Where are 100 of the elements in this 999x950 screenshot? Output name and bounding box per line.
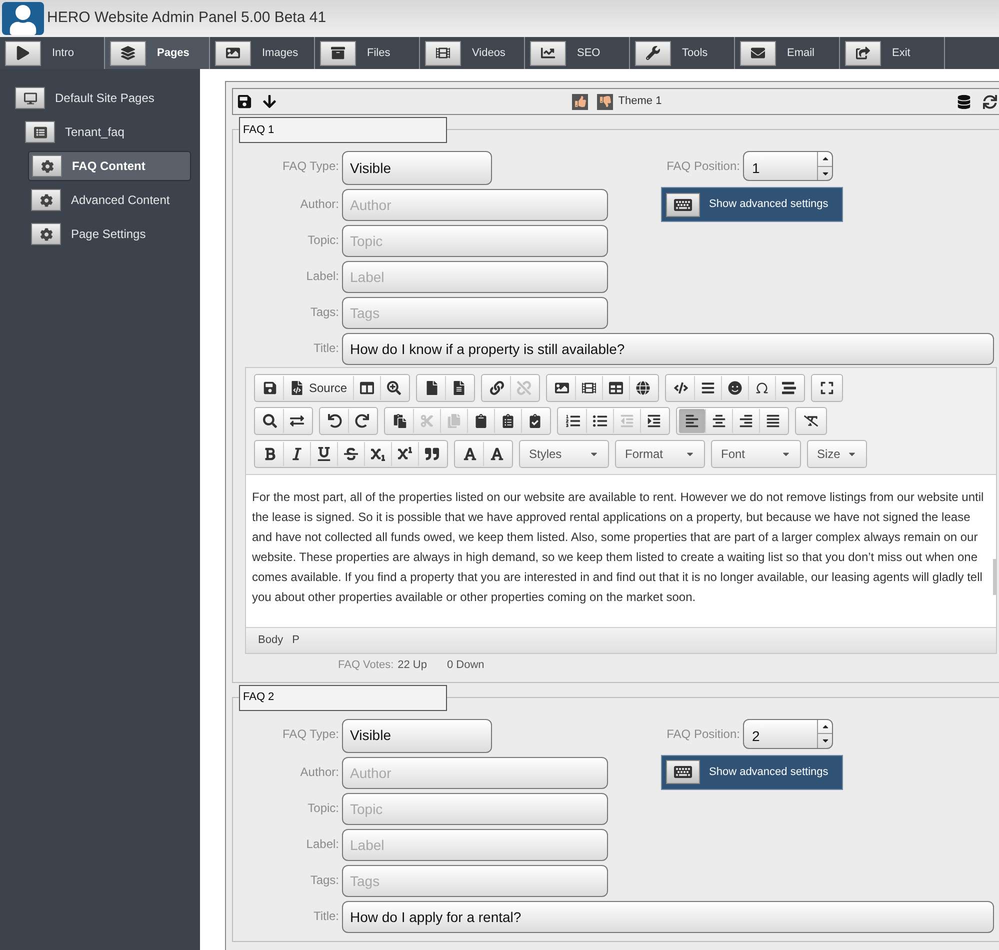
cabinet-icon xyxy=(320,40,356,66)
numbered-list-icon xyxy=(566,414,580,428)
indent-icon xyxy=(647,414,661,428)
sidebar-item[interactable]: Page Settings xyxy=(28,219,191,249)
copy-icon xyxy=(447,414,461,428)
title-field[interactable]: How do I apply for a rental? xyxy=(342,900,994,932)
nav-tab[interactable]: Email xyxy=(735,37,840,69)
thumbs-up-icon[interactable] xyxy=(572,94,588,110)
bold-icon xyxy=(263,447,277,461)
wrench-icon xyxy=(635,40,671,66)
field-label: Label: xyxy=(305,836,340,852)
field-label: Topic: xyxy=(306,232,340,249)
advanced-settings-button[interactable]: Show advanced settings xyxy=(661,754,843,790)
underline-icon xyxy=(317,447,331,461)
text-field[interactable]: Topic xyxy=(342,792,608,824)
text-field[interactable]: Label xyxy=(342,828,608,860)
film-icon xyxy=(582,381,596,395)
undo-icon xyxy=(328,414,342,428)
globe-icon xyxy=(636,381,650,395)
text-field[interactable]: Author xyxy=(342,189,608,221)
sidebar-item[interactable]: Default Site Pages xyxy=(12,83,191,113)
editor-text: For the most part, all of the properties listed on our website are available to rent. However we do not remove listings from our website until the lease is signed. So it is possible that we have approved rental applications on a property, but because we have not signed the lease and have not collected all funds owed, we keep them listed. Also, some properties that are part of a larger complex always remain on our website. These properties are always in high demand, so we keep them listed to create a waiting list so that you don’t miss out when one comes available. If you find a property that you are interested in and find out that it is no longer available, our leasing agents will gladly tell you about other properties available or other properties coming on the market soon. xyxy=(251,489,985,606)
format-dropdown[interactable]: Size xyxy=(807,440,867,468)
superscript-icon xyxy=(398,447,412,461)
user-logo-icon xyxy=(2,2,44,35)
text-field[interactable]: Label xyxy=(342,261,608,293)
nav-tab[interactable]: Videos xyxy=(420,37,525,69)
layers-icon xyxy=(110,40,146,66)
horizontal-line-icon xyxy=(701,381,716,395)
table-icon xyxy=(609,381,624,395)
templates-icon xyxy=(360,381,374,395)
nav-tab[interactable]: Files xyxy=(315,37,420,69)
strikethrough-icon xyxy=(344,447,358,461)
text-field[interactable]: Tags xyxy=(342,864,608,896)
outdent-icon xyxy=(620,414,634,428)
redo-icon xyxy=(355,414,369,428)
element-path-item[interactable]: Body xyxy=(258,632,284,649)
link-icon xyxy=(490,381,504,395)
format-dropdown[interactable]: Styles xyxy=(519,440,609,468)
bullet-list-icon xyxy=(593,414,607,428)
field-label: Label: xyxy=(305,268,340,285)
field-label: Tags: xyxy=(309,304,340,321)
sidebar-item[interactable]: FAQ Content xyxy=(28,151,191,181)
save-icon[interactable] xyxy=(237,94,252,109)
type-select[interactable]: Visible xyxy=(342,718,492,752)
field-label: FAQ Position: xyxy=(666,158,741,175)
field-label: Title: xyxy=(312,340,340,357)
text-field[interactable]: Author xyxy=(342,756,608,788)
window-title: HERO Website Admin Panel 5.00 Beta 41 xyxy=(47,8,326,28)
nav-tab[interactable]: Images xyxy=(210,37,315,69)
align-right-icon xyxy=(739,414,753,428)
thumbs-down-icon[interactable] xyxy=(597,94,614,110)
background-color-icon xyxy=(490,447,504,461)
omega-icon xyxy=(755,381,770,395)
text-field[interactable]: Tags xyxy=(342,297,608,329)
field-label: Title: xyxy=(312,908,340,924)
nav-tab[interactable]: Tools xyxy=(630,37,735,69)
source-button[interactable]: Source xyxy=(283,376,354,400)
align-left-icon xyxy=(685,414,699,428)
sidebar-item[interactable]: Tenant_faq xyxy=(22,117,191,147)
blocks-icon xyxy=(782,381,796,395)
spinner-value: 2 xyxy=(751,726,761,746)
sidebar-item[interactable]: Advanced Content xyxy=(28,185,191,215)
arrow-down-icon[interactable] xyxy=(262,94,277,109)
field-label: FAQ Type: xyxy=(282,158,340,175)
number-spinner[interactable]: 1 xyxy=(743,151,833,181)
exit-icon xyxy=(845,40,881,66)
nav-tab[interactable]: Exit xyxy=(840,37,945,69)
align-center-icon xyxy=(712,414,726,428)
type-select[interactable]: Visible xyxy=(342,151,492,185)
number-spinner[interactable]: 2 xyxy=(743,718,833,748)
paste-icon xyxy=(474,414,488,428)
image-icon xyxy=(555,381,570,395)
field-label: Topic: xyxy=(306,800,340,816)
play-icon xyxy=(5,40,41,66)
page-icon xyxy=(25,121,55,143)
field-label: FAQ Position: xyxy=(666,726,741,742)
refresh-icon[interactable] xyxy=(983,94,998,108)
text-field[interactable]: Topic xyxy=(342,225,608,257)
nav-tab[interactable]: SEO xyxy=(525,37,630,69)
document-icon xyxy=(452,381,466,395)
quote-icon xyxy=(425,447,439,461)
search-icon xyxy=(263,414,277,428)
format-dropdown[interactable]: Format xyxy=(615,440,705,468)
format-dropdown[interactable]: Font xyxy=(711,440,801,468)
spinner-value: 1 xyxy=(751,159,761,178)
database-icon[interactable] xyxy=(957,94,972,108)
paste-word-icon xyxy=(528,414,542,428)
image-icon xyxy=(215,40,251,66)
unlink-icon xyxy=(517,381,532,395)
toolbar-button[interactable] xyxy=(679,409,705,433)
settings-icon xyxy=(31,189,61,211)
element-path-item[interactable]: P xyxy=(292,632,300,649)
paste-format-icon xyxy=(393,414,407,428)
envelope-icon xyxy=(740,40,776,66)
title-field[interactable]: How do I know if a property is still available? xyxy=(342,333,994,365)
nav-tab[interactable]: Pages xyxy=(105,37,210,69)
advanced-settings-button[interactable]: Show advanced settings xyxy=(661,187,843,222)
keyboard-icon xyxy=(666,760,700,784)
italic-icon xyxy=(290,447,304,461)
